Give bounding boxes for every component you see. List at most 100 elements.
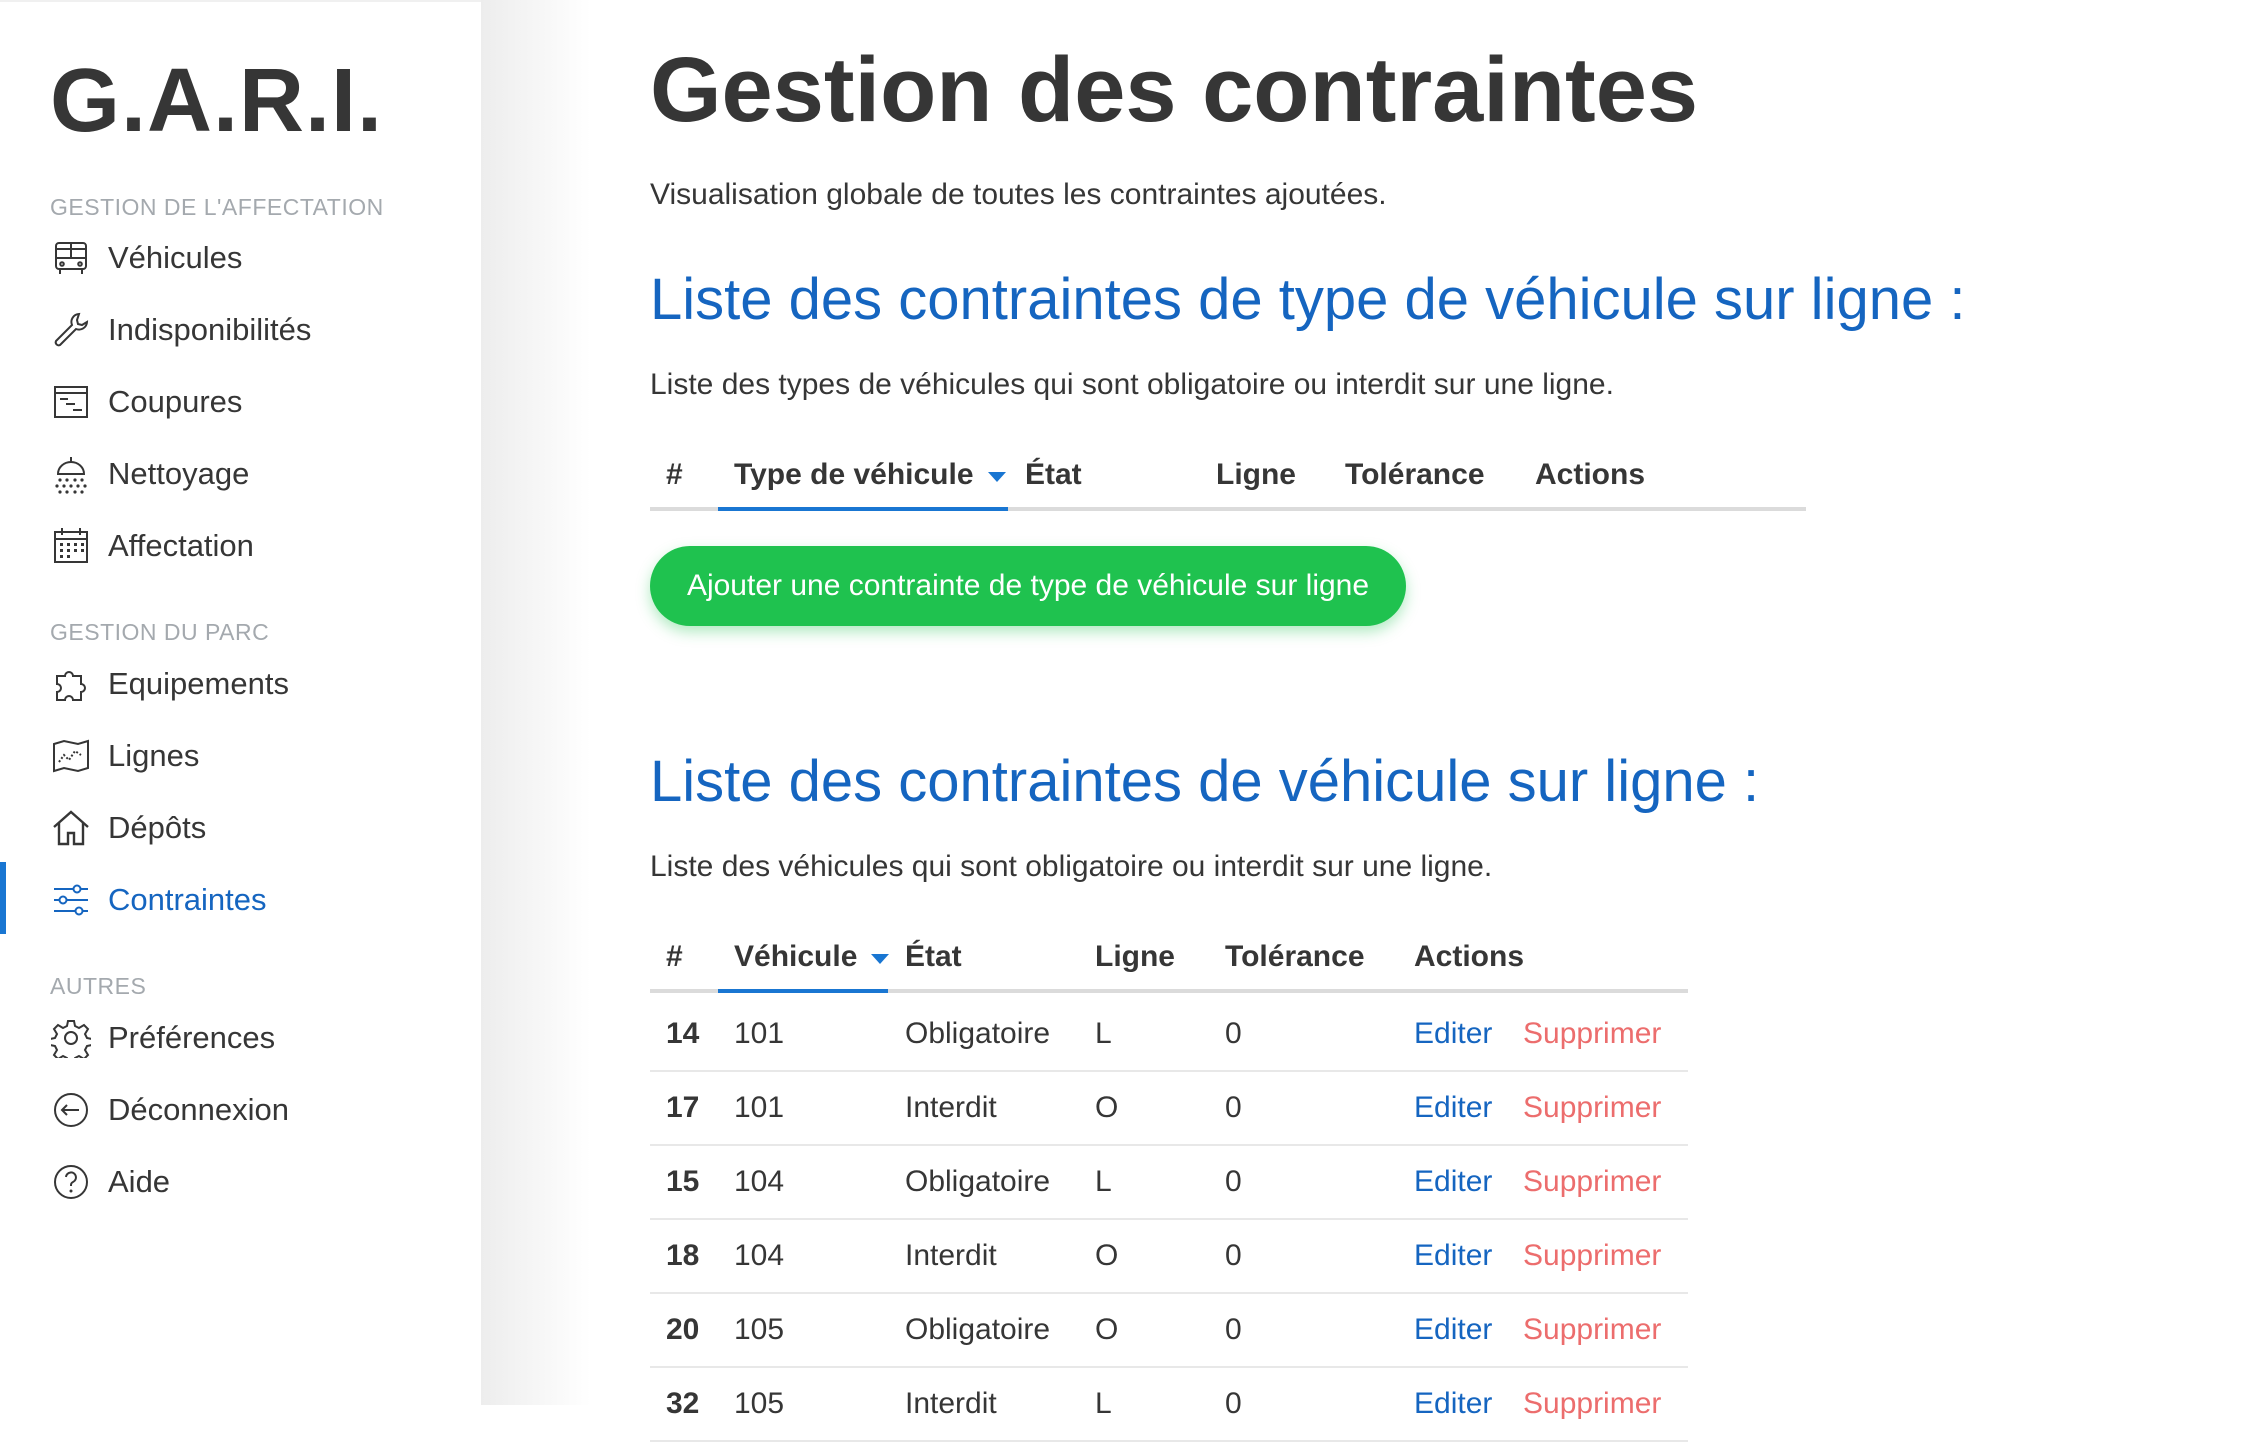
cell-id: 17 <box>666 1091 700 1124</box>
sort-desc-icon <box>987 472 1006 482</box>
cell-state: Interdit <box>905 1091 997 1124</box>
column-header-tolerance[interactable]: Tolérance <box>1345 443 1485 507</box>
sidebar-item-label: Nettoyage <box>108 456 250 491</box>
delete-link[interactable]: Supprimer <box>1523 1220 1661 1292</box>
help-icon <box>50 1161 92 1203</box>
calendar-icon <box>50 525 92 567</box>
column-header-state[interactable]: État <box>1025 443 1082 507</box>
delete-link[interactable]: Supprimer <box>1523 1072 1661 1144</box>
sidebar-item-label: Déconnexion <box>108 1092 289 1127</box>
table-row: 18 104 Interdit O 0 Editer Supprimer <box>650 1220 1688 1294</box>
sidebar-item-label: Contraintes <box>108 882 267 917</box>
cell-tolerance: 0 <box>1225 1313 1242 1346</box>
edit-link[interactable]: Editer <box>1414 998 1492 1070</box>
table-row: 32 105 Interdit L 0 Editer Supprimer <box>650 1368 1688 1442</box>
cell-line: L <box>1095 1387 1112 1420</box>
cell-tolerance: 0 <box>1225 1387 1242 1420</box>
sidebar-item-aide[interactable]: Aide <box>50 1152 170 1212</box>
cell-id: 14 <box>666 1017 700 1050</box>
cell-line: L <box>1095 1017 1112 1050</box>
cell-line: O <box>1095 1091 1119 1124</box>
sidebar-item-preferences[interactable]: Préférences <box>50 1008 275 1068</box>
menu-section-label: AUTRES <box>50 973 147 999</box>
edit-link[interactable]: Editer <box>1414 1368 1492 1440</box>
page-subtitle: Visualisation globale de toutes les cont… <box>650 178 1387 211</box>
edit-link[interactable]: Editer <box>1414 1072 1492 1144</box>
column-header-state[interactable]: État <box>905 925 962 989</box>
sidebar-item-depots[interactable]: Dépôts <box>50 798 206 858</box>
menu-section-label: GESTION DE L'AFFECTATION <box>50 194 384 220</box>
table-row: 15 104 Obligatoire L 0 Editer Supprimer <box>650 1146 1688 1220</box>
main-content: Gestion des contraintes Visualisation gl… <box>650 0 2210 1442</box>
column-header-line[interactable]: Ligne <box>1095 925 1175 989</box>
sidebar: G.A.R.I. GESTION DE L'AFFECTATION Véhicu… <box>0 0 481 1405</box>
vehicle-section-title: Liste des contraintes de véhicule sur li… <box>650 749 1760 814</box>
cell-id: 18 <box>666 1239 700 1272</box>
sidebar-item-nettoyage[interactable]: Nettoyage <box>50 444 249 504</box>
sliders-icon <box>50 879 92 921</box>
sidebar-item-label: Préférences <box>108 1020 276 1055</box>
sidebar-item-label: Equipements <box>108 666 289 701</box>
brand-logo[interactable]: G.A.R.I. <box>50 46 383 156</box>
menu-section-label: GESTION DU PARC <box>50 619 270 645</box>
sidebar-item-lignes[interactable]: Lignes <box>50 726 199 786</box>
edit-link[interactable]: Editer <box>1414 1146 1492 1218</box>
delete-link[interactable]: Supprimer <box>1523 998 1661 1070</box>
type-section-description: Liste des types de véhicules qui sont ob… <box>650 368 1614 401</box>
sidebar-item-label: Dépôts <box>108 810 207 845</box>
sidebar-item-equipements[interactable]: Equipements <box>50 654 289 714</box>
column-header-tolerance[interactable]: Tolérance <box>1225 925 1365 989</box>
page-title: Gestion des contraintes <box>650 39 1699 141</box>
schedule-icon <box>50 381 92 423</box>
column-header-id: # <box>666 940 683 973</box>
delete-link[interactable]: Supprimer <box>1523 1146 1661 1218</box>
cell-vehicle: 101 <box>734 1017 785 1050</box>
column-header-actions: Actions <box>1535 458 1646 491</box>
sidebar-item-label: Véhicules <box>108 240 243 275</box>
sidebar-item-coupures[interactable]: Coupures <box>50 372 242 432</box>
cell-tolerance: 0 <box>1225 1091 1242 1124</box>
cell-state: Obligatoire <box>905 1165 1051 1198</box>
type-table-header: # Type de véhicule État Ligne Tolérance … <box>650 443 1806 511</box>
cell-tolerance: 0 <box>1225 1239 1242 1272</box>
column-header-label: Véhicule <box>734 940 858 973</box>
sidebar-item-affectation[interactable]: Affectation <box>50 516 254 576</box>
cell-tolerance: 0 <box>1225 1165 1242 1198</box>
bus-icon <box>50 237 92 279</box>
column-header-vehicle[interactable]: Véhicule <box>718 925 890 993</box>
column-header-label: Type de véhicule <box>734 458 974 491</box>
map-icon <box>50 735 92 777</box>
column-header-vehicle-type[interactable]: Type de véhicule <box>718 443 1008 511</box>
cell-line: O <box>1095 1239 1119 1272</box>
cell-vehicle: 104 <box>734 1165 785 1198</box>
sidebar-item-vehicules[interactable]: Véhicules <box>50 228 242 288</box>
sidebar-item-contraintes[interactable]: Contraintes <box>50 870 267 930</box>
vehicle-table-header: # Véhicule État Ligne Tolérance Actions <box>650 925 1688 993</box>
cell-state: Interdit <box>905 1239 997 1272</box>
table-row: 14 101 Obligatoire L 0 Editer Supprimer <box>650 998 1688 1072</box>
edit-link[interactable]: Editer <box>1414 1220 1492 1292</box>
sidebar-item-label: Affectation <box>108 528 254 563</box>
cell-state: Obligatoire <box>905 1017 1051 1050</box>
cell-line: L <box>1095 1165 1112 1198</box>
sidebar-item-label: Lignes <box>108 738 200 773</box>
cell-state: Obligatoire <box>905 1313 1051 1346</box>
gear-icon <box>50 1017 92 1059</box>
column-header-line[interactable]: Ligne <box>1216 443 1296 507</box>
delete-link[interactable]: Supprimer <box>1523 1368 1661 1440</box>
cell-vehicle: 101 <box>734 1091 785 1124</box>
add-type-constraint-button[interactable]: Ajouter une contrainte de type de véhicu… <box>650 546 1406 626</box>
cell-tolerance: 0 <box>1225 1017 1242 1050</box>
cell-id: 32 <box>666 1387 700 1420</box>
sidebar-item-label: Aide <box>108 1164 171 1199</box>
delete-link[interactable]: Supprimer <box>1523 1294 1661 1366</box>
sidebar-item-deconnexion[interactable]: Déconnexion <box>50 1080 289 1140</box>
puzzle-icon <box>50 663 92 705</box>
sidebar-item-label: Coupures <box>108 384 243 419</box>
cell-vehicle: 104 <box>734 1239 785 1272</box>
sidebar-item-indisponibilites[interactable]: Indisponibilités <box>50 300 311 360</box>
column-header-actions: Actions <box>1414 940 1525 973</box>
column-header-id: # <box>666 458 683 491</box>
cell-id: 20 <box>666 1313 700 1346</box>
edit-link[interactable]: Editer <box>1414 1294 1492 1366</box>
